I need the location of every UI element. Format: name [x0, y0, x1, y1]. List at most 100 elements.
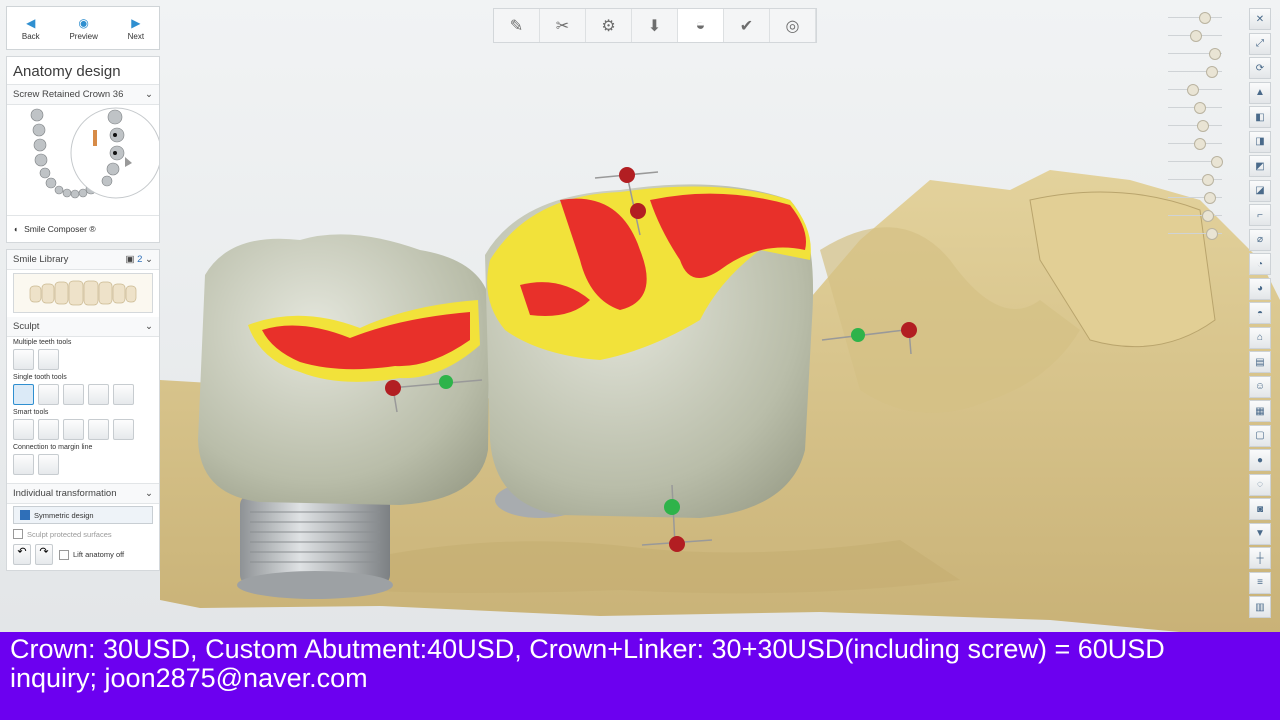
restoration-select[interactable]: Screw Retained Crown 36 ⌄: [7, 84, 159, 105]
download-icon[interactable]: ⬇: [632, 9, 678, 42]
visibility-slider[interactable]: [1160, 134, 1228, 152]
sculpt-protected-checkbox[interactable]: Sculpt protected surfaces: [7, 526, 159, 542]
visibility-slider[interactable]: [1160, 152, 1228, 170]
handle-green: [851, 328, 865, 342]
symmetric-design-checkbox[interactable]: Symmetric design: [13, 506, 153, 524]
jaw-icon[interactable]: ◓: [1249, 302, 1271, 324]
check-crown-icon[interactable]: ✔: [724, 9, 770, 42]
settings-icon[interactable]: ≡: [1249, 571, 1271, 594]
tooth-icon: ◖: [13, 224, 19, 234]
smooth-tool[interactable]: [88, 384, 109, 405]
smile-library-header[interactable]: Smile Library ▣ 2 ⌄: [7, 250, 159, 270]
camera-icon[interactable]: ◙: [1249, 498, 1271, 520]
visibility-slider[interactable]: [1160, 62, 1228, 80]
library-view-icon[interactable]: ▥: [1249, 596, 1271, 618]
brush-tool[interactable]: [38, 384, 59, 405]
add-remove-tool[interactable]: [63, 384, 84, 405]
smile-library-preview[interactable]: [13, 273, 153, 313]
visibility-slider[interactable]: [1160, 80, 1228, 98]
individual-transformation-header[interactable]: Individual transformation ⌄: [7, 483, 159, 504]
disc-icon[interactable]: ◎: [770, 9, 816, 42]
connection-tool-2[interactable]: [38, 454, 59, 475]
chevron-down-icon: ⌄: [145, 488, 153, 499]
handle-red: [385, 380, 401, 396]
scissors-icon[interactable]: ✂: [540, 9, 586, 42]
smart-tool-2[interactable]: [38, 419, 59, 440]
preview-button[interactable]: ◉ Preview: [69, 16, 97, 41]
view-icon-2[interactable]: ◨: [1249, 130, 1271, 153]
view-icon-4[interactable]: ◪: [1249, 179, 1271, 202]
hat-icon[interactable]: ▲: [1249, 81, 1271, 104]
lift-anatomy-checkbox[interactable]: Lift anatomy off: [57, 549, 126, 560]
redo-button[interactable]: ↷: [35, 544, 53, 565]
chevron-down-icon: ⌄: [145, 89, 153, 100]
instrument-icon[interactable]: ✎: [494, 9, 540, 42]
model-icon[interactable]: ▤: [1249, 351, 1271, 373]
close-icon[interactable]: ✕: [1249, 8, 1271, 30]
screenshot-icon[interactable]: ▢: [1249, 424, 1271, 447]
visibility-slider[interactable]: [1160, 26, 1228, 44]
crown-icon[interactable]: ◒: [678, 9, 724, 42]
axis-icon[interactable]: ┼: [1249, 547, 1271, 569]
multi-morph-tool[interactable]: [13, 349, 34, 370]
single-morph-tool[interactable]: [13, 384, 34, 405]
slider-knob[interactable]: [1208, 48, 1221, 60]
visibility-slider[interactable]: [1160, 44, 1228, 62]
cusp-tool[interactable]: [113, 384, 134, 405]
smart-tool-4[interactable]: [88, 419, 109, 440]
visibility-slider[interactable]: [1160, 98, 1228, 116]
visibility-slider[interactable]: [1160, 188, 1228, 206]
sculpt-header[interactable]: Sculpt ⌄: [7, 317, 159, 337]
grid-icon[interactable]: ▦: [1249, 400, 1271, 422]
connection-tool-1[interactable]: [13, 454, 34, 475]
visibility-slider[interactable]: [1160, 8, 1228, 26]
tooth-chart[interactable]: [7, 105, 162, 215]
back-button[interactable]: ◀ Back: [22, 16, 40, 41]
3d-viewport[interactable]: ✎ ✂ ⚙ ⬇ ◒ ✔ ◎ ◀ Back ◉ Preview ▶ Next Anato…: [0, 0, 1280, 632]
dental-scene[interactable]: [0, 0, 1280, 632]
visibility-slider[interactable]: [1160, 224, 1228, 242]
smile-composer[interactable]: ◖ Smile Composer ®: [7, 215, 159, 242]
library-icon: ▣: [125, 254, 135, 265]
abutment-icon[interactable]: ⚙: [586, 9, 632, 42]
gum-view-icon[interactable]: ◕: [1249, 277, 1271, 300]
smart-tool-1[interactable]: [13, 419, 34, 440]
view-icon-1[interactable]: ◧: [1249, 106, 1271, 128]
fullscreen-icon[interactable]: ⤢: [1249, 32, 1271, 55]
visibility-slider[interactable]: [1160, 116, 1228, 134]
smart-tool-3[interactable]: [63, 419, 84, 440]
handle-red: [901, 322, 917, 338]
next-button[interactable]: ▶ Next: [128, 16, 144, 41]
undo-button[interactable]: ↶: [13, 544, 31, 565]
cut-icon[interactable]: ⌀: [1249, 228, 1271, 251]
tooth-view-icon[interactable]: ◔: [1249, 253, 1271, 275]
handle-red: [669, 536, 685, 552]
slider-knob[interactable]: [1201, 174, 1214, 186]
view-icon-3[interactable]: ◩: [1249, 155, 1271, 177]
multi-sculpt-tool[interactable]: [38, 349, 59, 370]
clip-icon[interactable]: ⌂: [1249, 326, 1271, 349]
slider-knob[interactable]: [1194, 102, 1207, 114]
slider-knob[interactable]: [1204, 192, 1216, 204]
smart-tool-5[interactable]: [113, 419, 134, 440]
slider-track: [1168, 179, 1222, 180]
blank-icon[interactable]: ◌: [1249, 473, 1271, 496]
design-card: Anatomy design Screw Retained Crown 36⌄: [6, 56, 162, 243]
slider-knob[interactable]: [1211, 156, 1224, 168]
slider-knob[interactable]: [1196, 120, 1209, 132]
visibility-slider[interactable]: [1160, 170, 1228, 188]
slider-knob[interactable]: [1206, 66, 1219, 78]
slider-knob[interactable]: [1199, 12, 1212, 24]
connection-label: Connection to margin line: [13, 444, 93, 451]
rotate-icon[interactable]: ⟳: [1249, 57, 1271, 79]
slider-knob[interactable]: [1201, 210, 1214, 222]
slider-knob[interactable]: [1206, 228, 1219, 240]
measure-icon[interactable]: ⌐: [1249, 204, 1271, 226]
slider-knob[interactable]: [1187, 84, 1200, 96]
sphere-icon[interactable]: ●: [1249, 449, 1271, 471]
down-arrow-icon[interactable]: ▼: [1249, 522, 1271, 545]
face-icon[interactable]: ☺: [1249, 375, 1271, 398]
visibility-slider[interactable]: [1160, 206, 1228, 224]
slider-knob[interactable]: [1189, 30, 1202, 42]
slider-knob[interactable]: [1194, 138, 1207, 150]
